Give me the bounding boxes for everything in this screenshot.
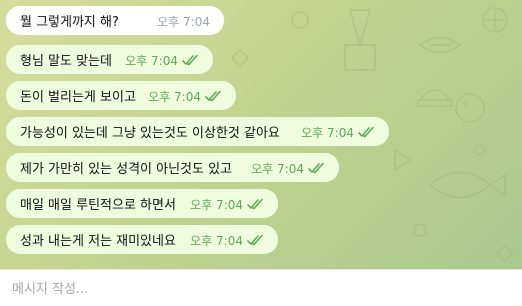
outgoing-message[interactable]: 제가 가만히 있는 성격이 아닌것도 있고 오후 7:04 bbox=[6, 153, 339, 182]
double-check-icon bbox=[247, 199, 263, 210]
message-text: 뭘 그렇게까지 해? bbox=[20, 15, 119, 30]
double-check-icon bbox=[182, 55, 198, 66]
outgoing-message[interactable]: 매일 매일 루틴적으로 하면서 오후 7:04 bbox=[6, 189, 278, 218]
message-meta: 오후 7:04 bbox=[157, 13, 210, 30]
message-meta: 오후 7:04 bbox=[301, 124, 375, 141]
message-time: 오후 7:04 bbox=[251, 162, 304, 176]
message-text: 가능성이 있는데 그냥 있는것도 이상한것 같아요 bbox=[20, 126, 280, 141]
message-time: 오후 7:04 bbox=[190, 198, 243, 212]
double-check-icon bbox=[205, 91, 221, 102]
message-time: 오후 7:04 bbox=[301, 126, 354, 140]
message-text: 형님 말도 맞는데 bbox=[20, 54, 112, 69]
outgoing-message[interactable]: 형님 말도 맞는데 오후 7:04 bbox=[6, 45, 213, 74]
message-text: 돈이 벌리는게 보이고 bbox=[20, 90, 136, 105]
outgoing-message[interactable]: 성과 내는게 저는 재미있네요 오후 7:04 bbox=[6, 225, 278, 254]
incoming-message[interactable]: 뭘 그렇게까지 해? 오후 7:04 bbox=[6, 6, 224, 35]
message-time: 오후 7:04 bbox=[125, 54, 178, 68]
outgoing-message[interactable]: 돈이 벌리는게 보이고 오후 7:04 bbox=[6, 81, 236, 110]
message-time: 오후 7:04 bbox=[157, 15, 210, 29]
message-meta: 오후 7:04 bbox=[125, 52, 199, 69]
message-text: 매일 매일 루틴적으로 하면서 bbox=[20, 198, 176, 213]
message-time: 오후 7:04 bbox=[190, 234, 243, 248]
double-check-icon bbox=[308, 163, 324, 174]
message-meta: 오후 7:04 bbox=[251, 160, 325, 177]
message-text: 성과 내는게 저는 재미있네요 bbox=[20, 234, 176, 249]
message-time: 오후 7:04 bbox=[148, 90, 201, 104]
chat-area: 뭘 그렇게까지 해? 오후 7:04 형님 말도 맞는데 오후 7:04 돈이 벌리는게… bbox=[0, 0, 522, 269]
message-meta: 오후 7:04 bbox=[190, 196, 264, 213]
outgoing-message[interactable]: 가능성이 있는데 그냥 있는것도 이상한것 같아요 오후 7:04 bbox=[6, 117, 389, 146]
message-meta: 오후 7:04 bbox=[190, 232, 264, 249]
message-input[interactable] bbox=[10, 278, 494, 300]
composer-bar bbox=[0, 269, 522, 306]
double-check-icon bbox=[358, 127, 374, 138]
double-check-icon bbox=[247, 235, 263, 246]
message-text: 제가 가만히 있는 성격이 아닌것도 있고 bbox=[20, 162, 233, 177]
message-meta: 오후 7:04 bbox=[148, 88, 222, 105]
